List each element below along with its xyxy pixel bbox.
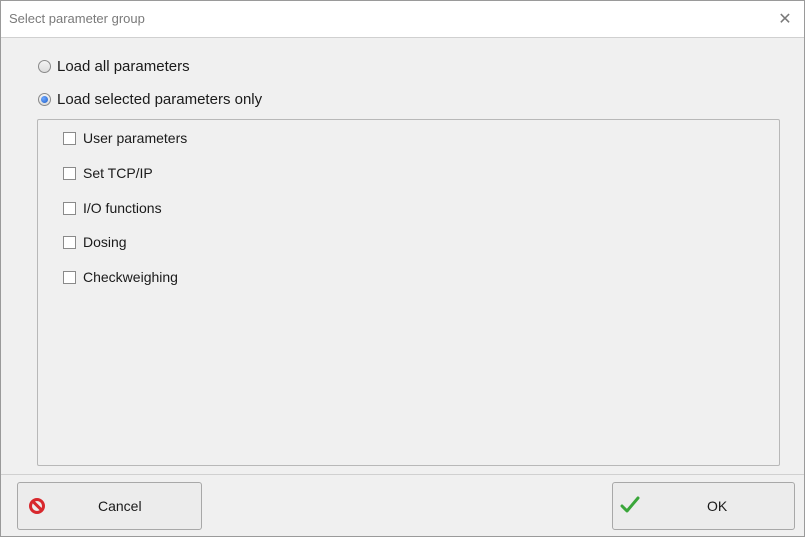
checkbox-user-parameters[interactable]: User parameters: [63, 128, 187, 148]
checkbox-icon[interactable]: [63, 235, 76, 249]
checkbox-dosing[interactable]: Dosing: [63, 232, 127, 252]
checkbox-label: Set TCP/IP: [83, 165, 153, 181]
ok-button[interactable]: OK: [612, 482, 795, 530]
radio-icon[interactable]: [38, 59, 51, 73]
checkbox-icon[interactable]: [63, 201, 76, 215]
checkbox-label: Checkweighing: [83, 269, 178, 285]
checkmark-icon: [620, 496, 640, 513]
checkbox-icon[interactable]: [63, 131, 76, 145]
checkbox-io-functions[interactable]: I/O functions: [63, 198, 162, 218]
cancel-label: Cancel: [98, 498, 142, 514]
title-bar: Select parameter group ✕: [1, 1, 804, 38]
load-all-label: Load all parameters: [57, 57, 190, 75]
cancel-button[interactable]: Cancel: [17, 482, 202, 530]
checkbox-icon[interactable]: [63, 270, 76, 284]
close-icon[interactable]: ✕: [772, 7, 798, 31]
load-all-radio[interactable]: Load all parameters: [38, 56, 190, 76]
select-parameter-group-dialog: Select parameter group ✕ Load all parame…: [0, 0, 805, 537]
dialog-title: Select parameter group: [9, 11, 145, 26]
checkbox-label: Dosing: [83, 234, 127, 250]
checkbox-icon[interactable]: [63, 166, 76, 180]
footer-divider: [1, 474, 804, 475]
checkbox-label: User parameters: [83, 130, 188, 146]
checkbox-checkweighing[interactable]: Checkweighing: [63, 267, 178, 287]
checkbox-label: I/O functions: [83, 200, 162, 216]
radio-checked-icon[interactable]: [38, 92, 51, 106]
ok-label: OK: [707, 498, 728, 514]
load-selected-label: Load selected parameters only: [57, 90, 263, 108]
load-selected-radio[interactable]: Load selected parameters only: [38, 89, 262, 109]
cancel-icon: [29, 498, 45, 514]
checkbox-set-tcp-ip[interactable]: Set TCP/IP: [63, 163, 153, 183]
